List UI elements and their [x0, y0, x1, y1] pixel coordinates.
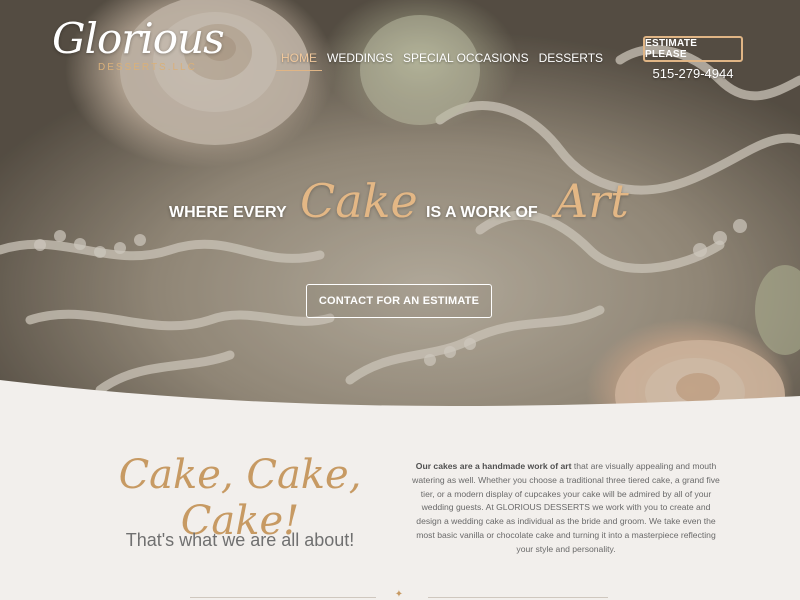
logo-script-text: Glorious [52, 14, 225, 63]
hero-tagline: WHERE EVERY Cake IS A WORK OF Art [0, 168, 800, 248]
main-nav: HOME WEDDINGS SPECIAL OCCASIONS DESSERTS [276, 51, 608, 71]
phone-number[interactable]: 515-279-4944 [643, 66, 743, 81]
tagline-cake-script: Cake [300, 174, 418, 228]
divider-ornament-icon: ✦ [394, 589, 404, 600]
hero-banner: Glorious DESSERTS.LLC HOME WEDDINGS SPEC… [0, 0, 800, 410]
nav-item-home[interactable]: HOME [276, 51, 322, 71]
about-paragraph: Our cakes are a handmade work of art tha… [408, 460, 724, 557]
nav-item-desserts[interactable]: DESSERTS [534, 51, 608, 71]
section-divider-right [428, 597, 608, 598]
brand-logo[interactable]: Glorious DESSERTS.LLC [52, 14, 225, 80]
tagline-where-every: WHERE EVERY [169, 204, 287, 221]
hero-wave-divider [0, 380, 800, 410]
contact-estimate-button[interactable]: CONTACT FOR AN ESTIMATE [306, 284, 492, 318]
about-subheading: That's what we are all about! [125, 530, 355, 550]
tagline-art-script: Art [555, 174, 629, 228]
nav-item-weddings[interactable]: WEDDINGS [322, 51, 398, 71]
tagline-is-a-work-of: IS A WORK OF [426, 204, 538, 221]
estimate-please-button[interactable]: ESTIMATE PLEASE [643, 36, 743, 62]
about-paragraph-bold: Our cakes are a handmade work of art [415, 461, 572, 471]
logo-subtitle: DESSERTS.LLC [98, 62, 197, 73]
about-paragraph-rest: that are visually appealing and mouth wa… [412, 461, 720, 554]
nav-item-special-occasions[interactable]: SPECIAL OCCASIONS [398, 51, 534, 71]
section-divider-left [190, 597, 376, 598]
